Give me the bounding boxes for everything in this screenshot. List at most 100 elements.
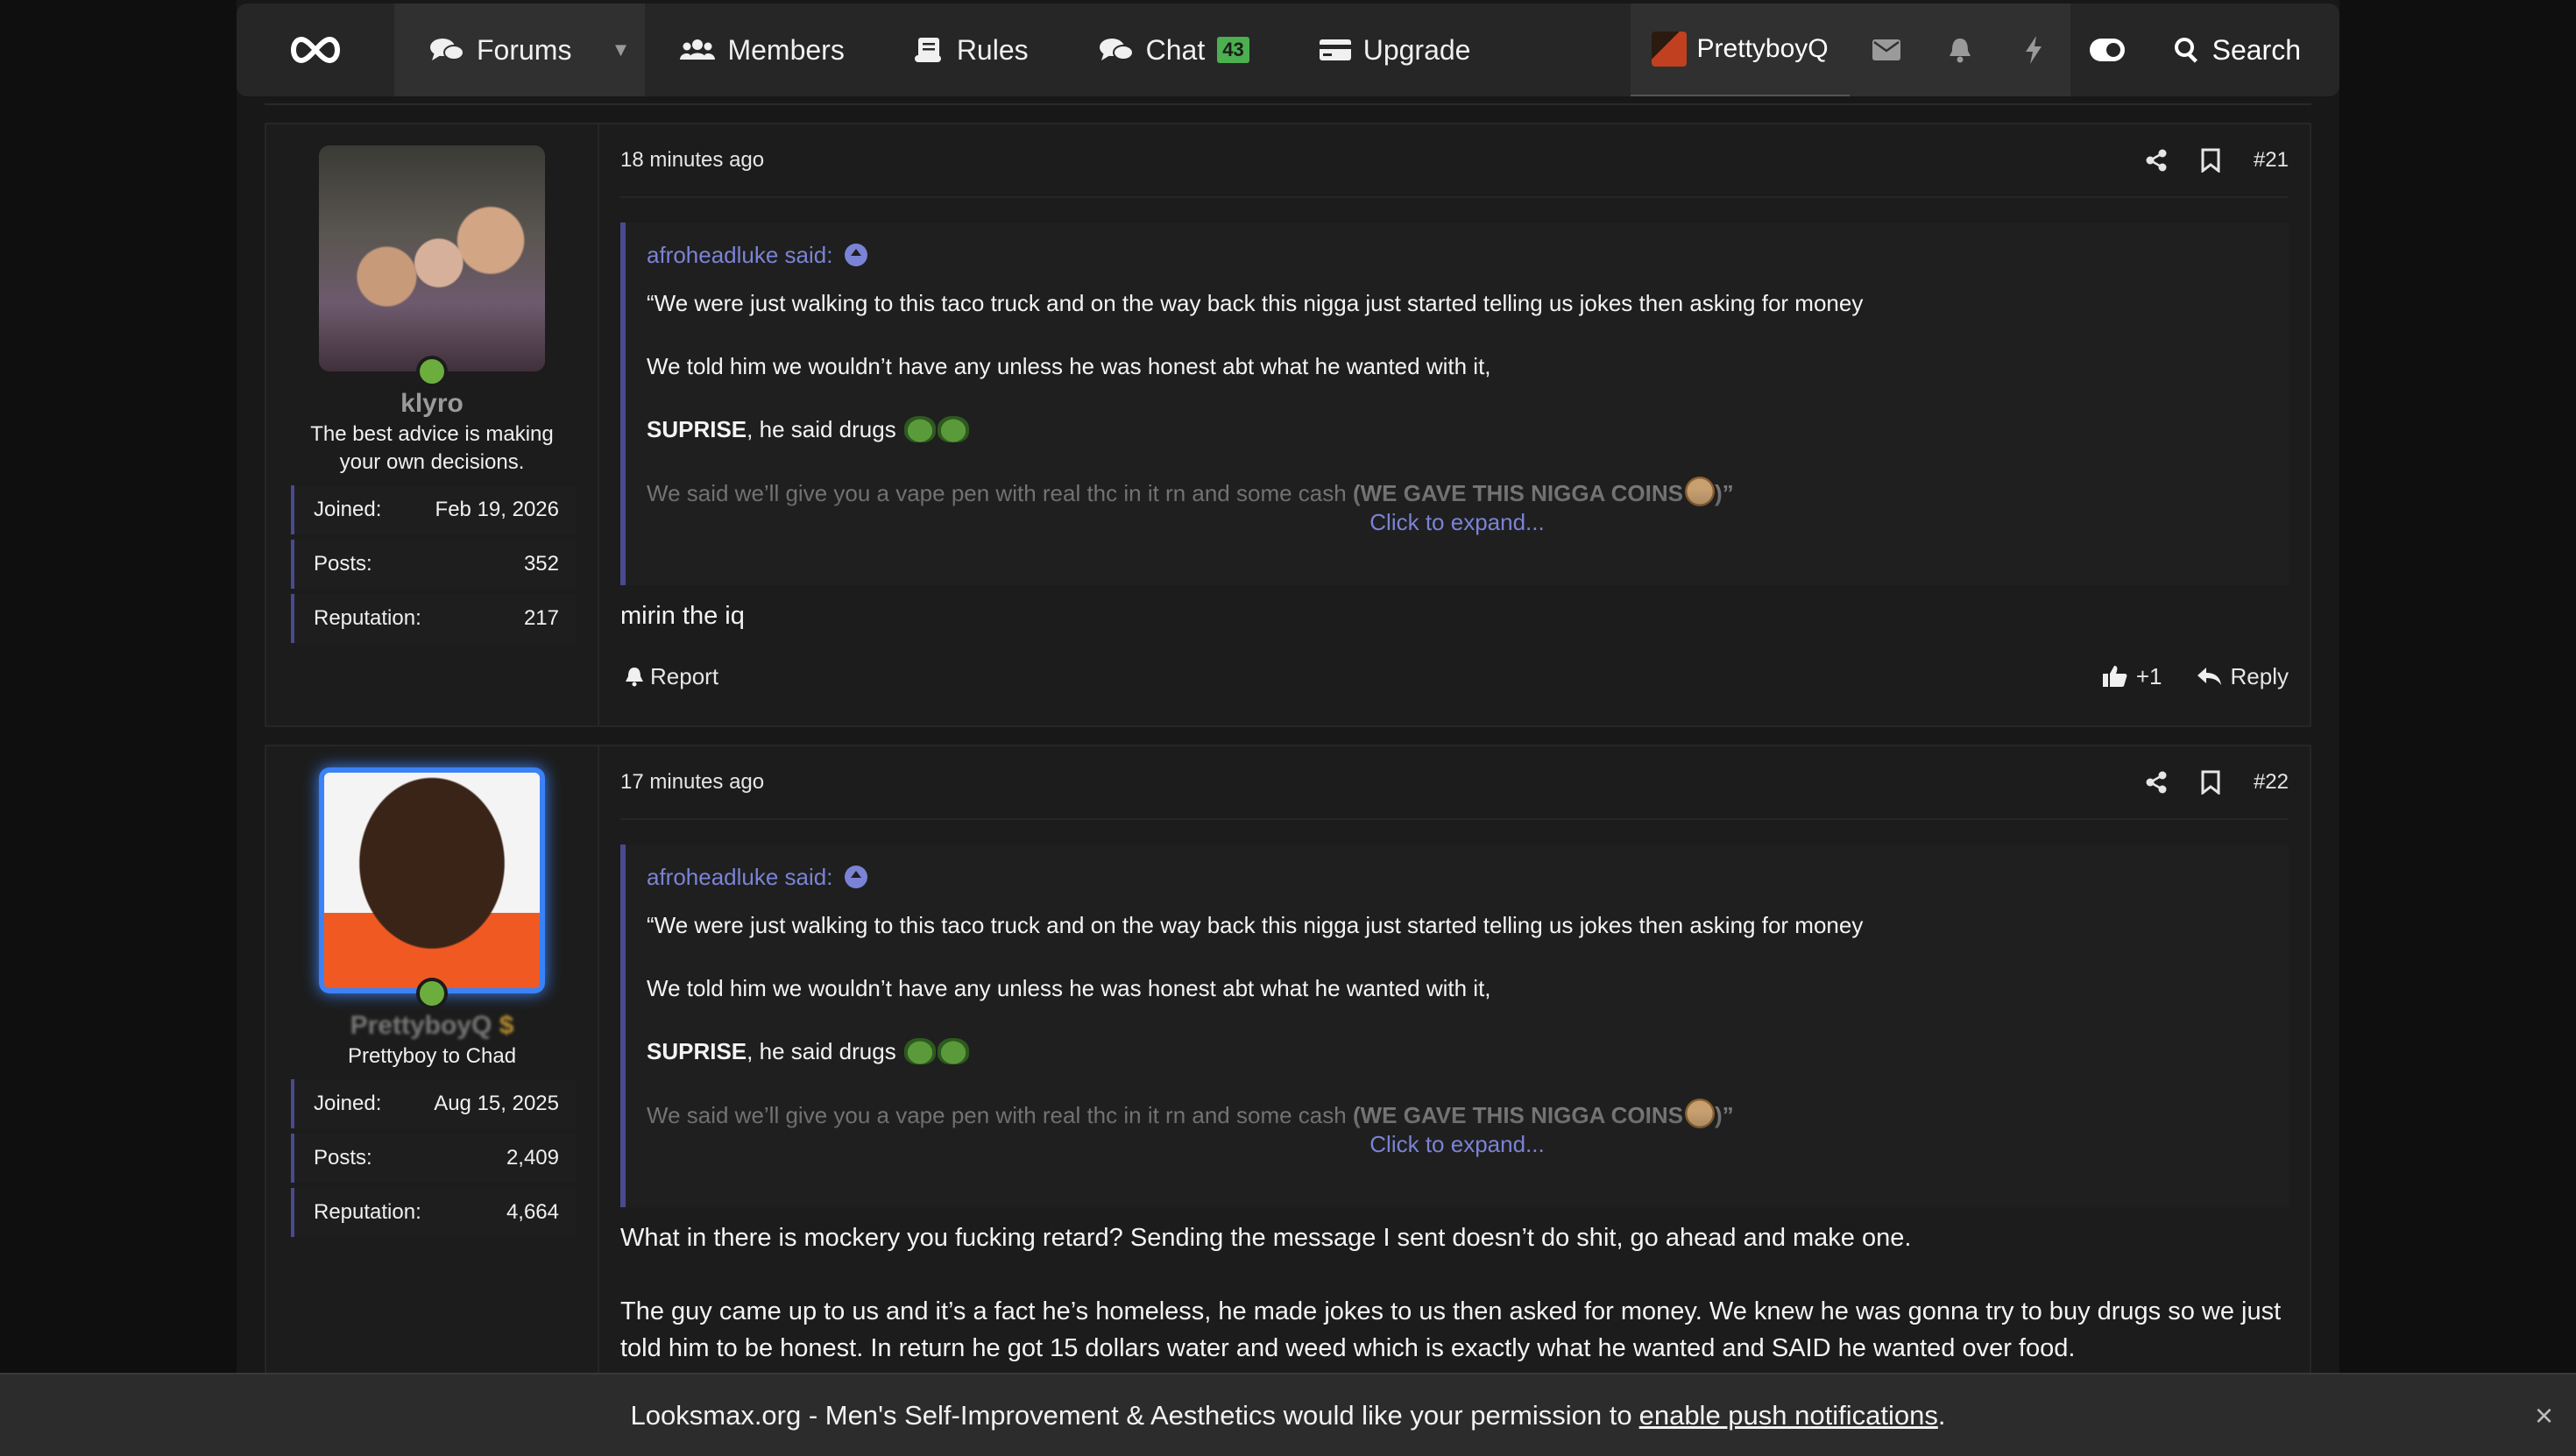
post-time[interactable]: 17 minutes ago [620, 770, 764, 795]
post-number[interactable]: #21 [2254, 148, 2289, 173]
dollar-icon: $ [499, 1011, 514, 1040]
stat-value: Aug 15, 2025 [434, 1092, 559, 1115]
nav-chat-label: Chat [1145, 33, 1206, 66]
report-button[interactable]: Report [620, 663, 718, 690]
user-title: The best advice is making your own decis… [310, 422, 554, 474]
post-time[interactable]: 18 minutes ago [620, 148, 764, 173]
stat-label: Joined: [314, 1092, 382, 1115]
quote-line-last: We said we’ll give you a vape pen with r… [647, 1099, 2268, 1131]
alerts-button[interactable] [1923, 4, 1997, 96]
click-to-expand-link[interactable]: Click to expand... [626, 1131, 2289, 1174]
share-icon[interactable] [2145, 149, 2168, 172]
whats-new-button[interactable] [1997, 4, 2070, 96]
quote-line-drugs: SUPRISE, he said drugs [647, 413, 2268, 445]
stat-reputation: Reputation: 217 [291, 594, 577, 643]
post-meta-actions: #22 [2145, 770, 2289, 795]
avatar-container[interactable] [319, 145, 545, 387]
online-status-icon [416, 356, 448, 387]
quote-bold: SUPRISE [647, 416, 747, 442]
post-username[interactable]: klyro [266, 389, 598, 419]
theme-toggle-button[interactable] [2070, 4, 2144, 96]
stat-value: Feb 19, 2026 [435, 498, 559, 521]
nav-members[interactable]: Members [645, 4, 879, 96]
stat-reputation: Reputation: 4,664 [291, 1188, 577, 1237]
go-to-quote-icon[interactable] [845, 244, 868, 266]
chat-icon [1099, 39, 1134, 60]
pepe-emoji-icon [903, 416, 936, 442]
bookmark-icon[interactable] [2201, 770, 2220, 795]
go-to-quote-icon[interactable] [845, 866, 868, 888]
stat-value: 4,664 [506, 1200, 559, 1224]
post-content: mirin the iq [620, 597, 2289, 634]
reply-button[interactable]: Reply [2197, 663, 2289, 690]
comments-icon [430, 39, 464, 60]
post-meta: 18 minutes ago #21 [620, 124, 2289, 198]
pepe-emoji-icon [937, 416, 969, 442]
enable-push-link[interactable]: enable push notifications [1639, 1400, 1938, 1431]
quote-body: “We were just walking to this taco truck… [626, 909, 2289, 1131]
post-paragraph: The guy came up to us and it’s a fact he… [620, 1297, 2282, 1362]
inbox-button[interactable] [1850, 4, 1923, 96]
quote-line: “We were just walking to this taco truck… [647, 290, 1864, 316]
user-stats: Joined: Feb 19, 2026 Posts: 352 Reputati… [291, 485, 577, 643]
chevron-down-icon[interactable]: ▼ [596, 4, 645, 96]
post-user-panel: klyro The best advice is making your own… [266, 124, 599, 725]
quote-rest: , he said drugs [747, 1038, 896, 1064]
stat-label: Posts: [314, 552, 372, 576]
nav-user-account[interactable]: PrettyboyQ [1630, 4, 1850, 96]
nav-rules[interactable]: Rules [880, 4, 1064, 96]
top-navbar: Forums ▼ Members Rules Chat 43 Upgrade P… [237, 4, 2339, 96]
share-icon[interactable] [2145, 771, 2168, 794]
nav-search[interactable]: Search [2144, 4, 2339, 96]
post-meta: 17 minutes ago #22 [620, 746, 2289, 820]
quote-last-c: )” [1714, 480, 1734, 506]
stat-label: Reputation: [314, 1200, 421, 1224]
like-button[interactable]: +1 [2102, 663, 2162, 690]
post-paragraph: mirin the iq [620, 602, 745, 630]
stat-value: 217 [523, 606, 559, 630]
quote-last-b: (WE GAVE THIS NIGGA COINS [1352, 1102, 1683, 1128]
pepe-emoji-icon [937, 1038, 969, 1064]
users-icon [680, 39, 716, 60]
avatar-container[interactable] [319, 767, 545, 1009]
quote-last-a: We said we’ll give you a vape pen with r… [647, 1102, 1353, 1128]
quote-block: afroheadluke said: “We were just walking… [620, 223, 2289, 585]
site-logo[interactable] [237, 4, 394, 96]
stat-label: Reputation: [314, 606, 421, 630]
quote-line: We told him we wouldn’t have any unless … [647, 975, 1491, 1001]
quote-header[interactable]: afroheadluke said: [626, 845, 2289, 909]
avatar[interactable] [319, 145, 545, 371]
quote-bold: SUPRISE [647, 1038, 747, 1064]
post-user-panel: PrettyboyQ $ Prettyboy to Chad Joined: A… [266, 746, 599, 1409]
close-icon[interactable]: × [2535, 1397, 2553, 1434]
online-status-icon [416, 978, 448, 1009]
post-number[interactable]: #22 [2254, 770, 2289, 795]
nav-forums[interactable]: Forums ▼ [394, 4, 646, 96]
user-title: Prettyboy to Chad [347, 1044, 517, 1068]
push-notification-bar: Looksmax.org - Men's Self-Improvement & … [0, 1373, 2576, 1456]
stat-joined: Joined: Feb 19, 2026 [291, 485, 577, 534]
post-actions: Report +1 Reply [620, 641, 2289, 711]
click-to-expand-link[interactable]: Click to expand... [626, 509, 2289, 552]
nav-upgrade-label: Upgrade [1362, 33, 1471, 66]
quote-author[interactable]: afroheadluke said: [647, 242, 832, 269]
bell-icon [626, 668, 643, 687]
push-end: . [1937, 1399, 1946, 1431]
quote-author[interactable]: afroheadluke said: [647, 864, 832, 891]
bell-icon [1949, 39, 1971, 63]
avatar[interactable] [319, 767, 545, 993]
push-message: Looksmax.org - Men's Self-Improvement & … [630, 1399, 1632, 1431]
credit-card-icon [1319, 39, 1351, 60]
nav-upgrade[interactable]: Upgrade [1284, 4, 1506, 96]
quote-rest: , he said drugs [747, 416, 896, 442]
nav-username: PrettyboyQ [1696, 34, 1829, 63]
chat-count-badge: 43 [1217, 37, 1249, 63]
laughing-emoji-icon [1684, 477, 1715, 506]
post-username[interactable]: PrettyboyQ $ [266, 1011, 598, 1041]
nav-rules-label: Rules [956, 33, 1029, 66]
quote-header[interactable]: afroheadluke said: [626, 223, 2289, 287]
quote-last-a: We said we’ll give you a vape pen with r… [647, 480, 1353, 506]
nav-chat[interactable]: Chat 43 [1064, 4, 1284, 96]
envelope-icon [1872, 39, 1900, 60]
bookmark-icon[interactable] [2201, 148, 2220, 173]
